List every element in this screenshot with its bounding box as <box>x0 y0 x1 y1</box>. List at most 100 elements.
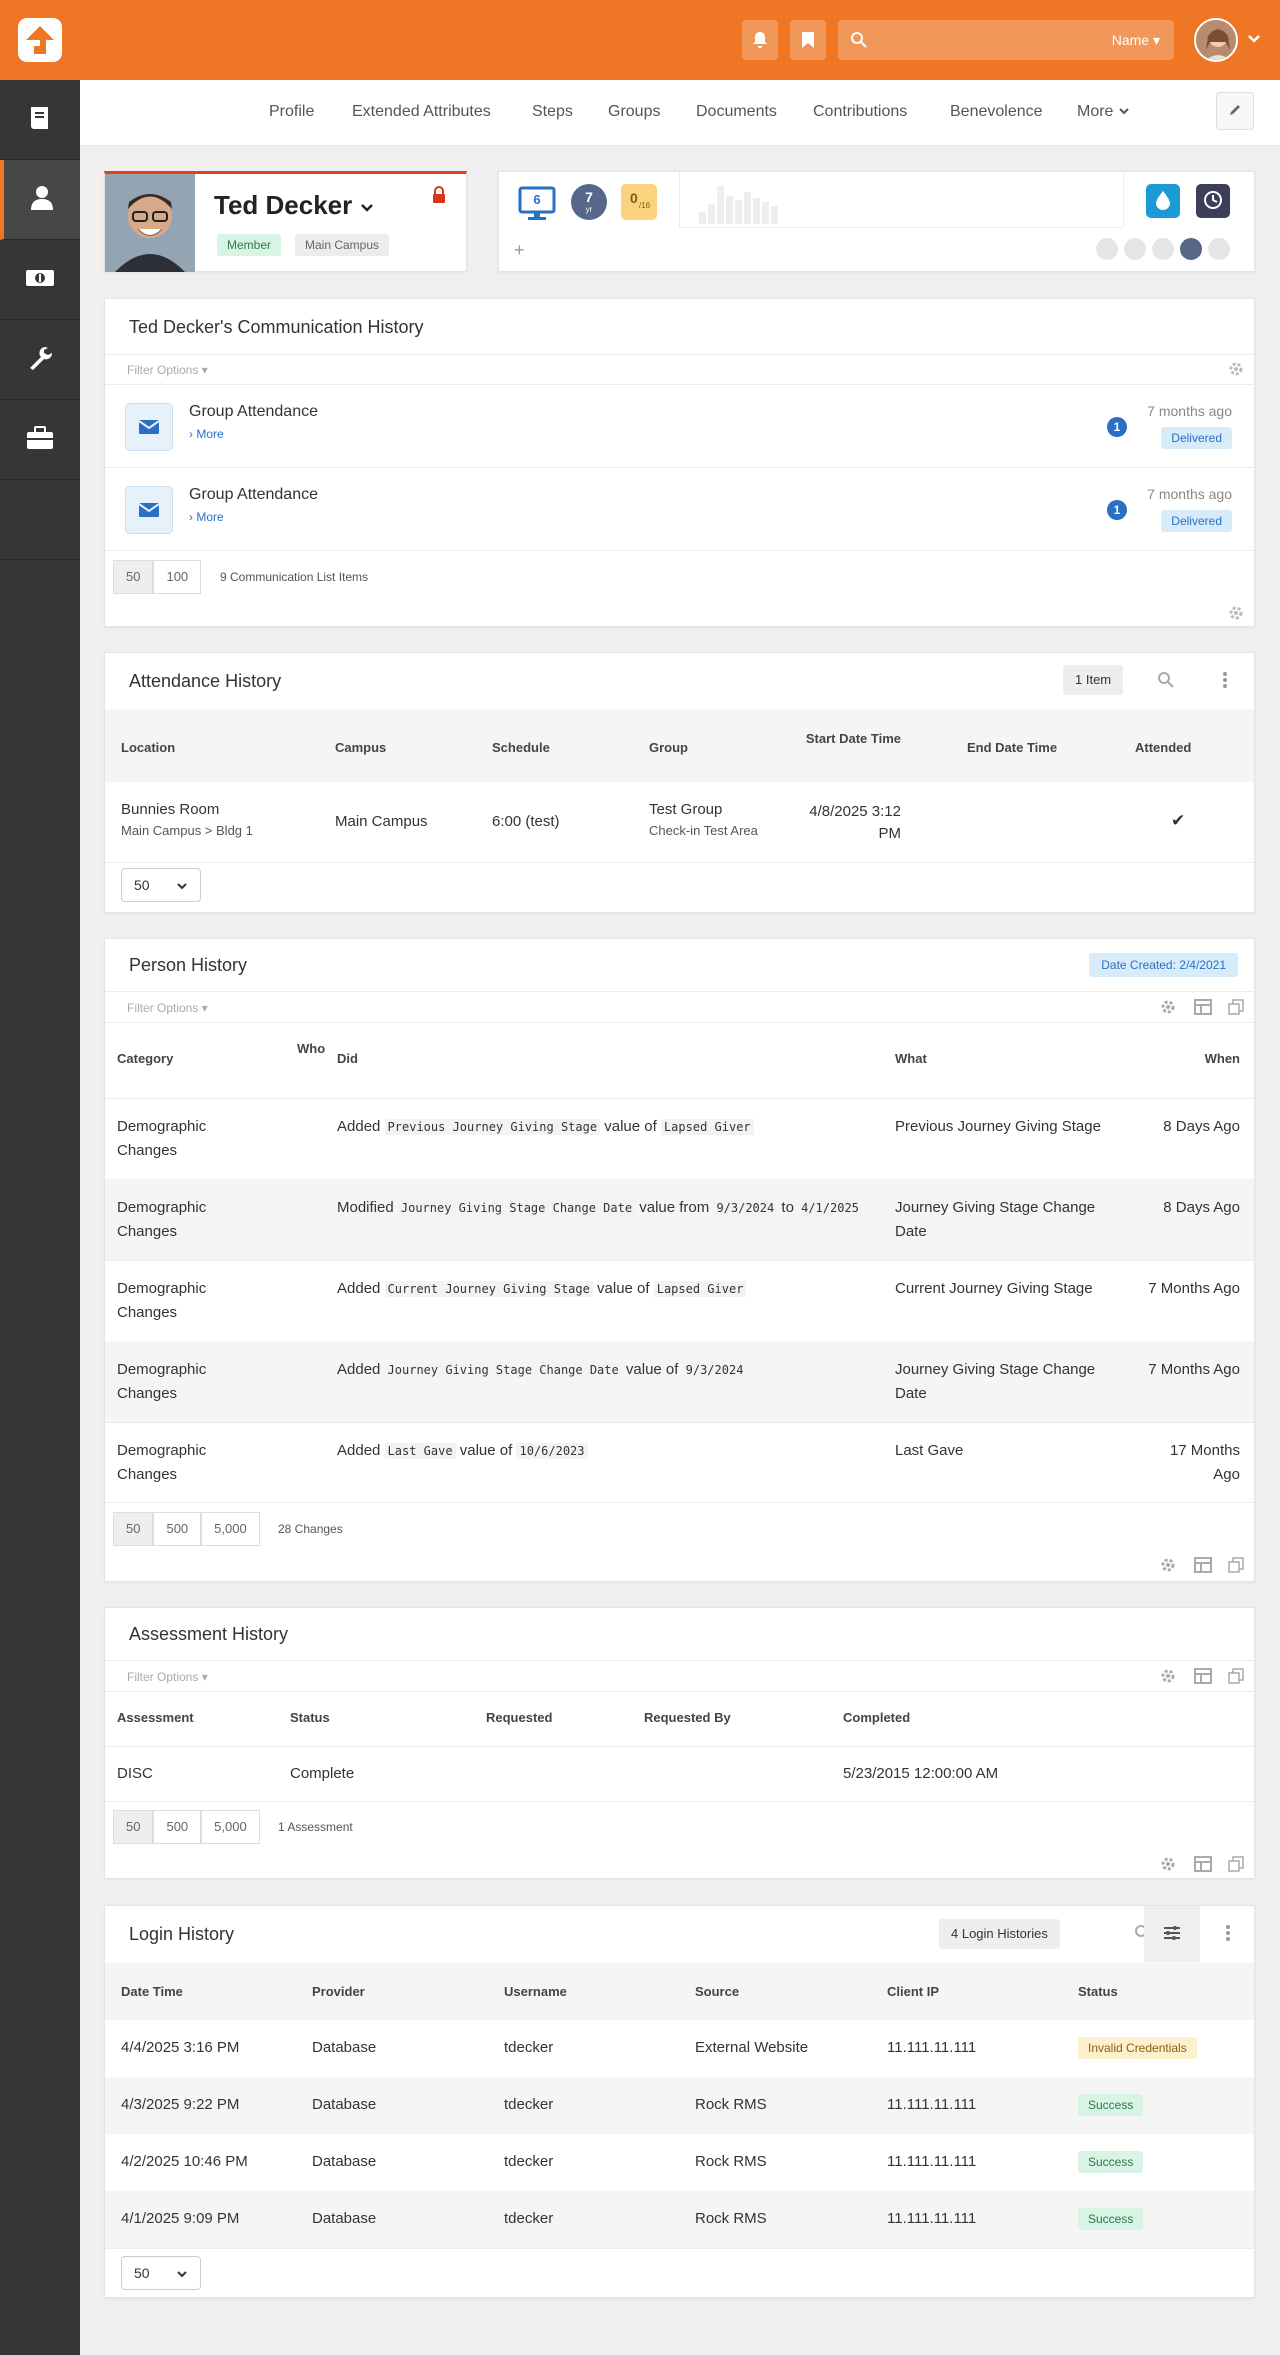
sidebar-item-people[interactable] <box>0 160 80 240</box>
toggle-icon[interactable] <box>1124 238 1146 260</box>
page-size-option[interactable]: 5,000 <box>201 1810 260 1844</box>
column-header[interactable]: Source <box>695 1984 739 1999</box>
tab-extended-attributes[interactable]: Extended Attributes <box>352 103 491 121</box>
column-header[interactable]: Completed <box>843 1710 910 1725</box>
sidebar-item-finance[interactable] <box>0 240 80 320</box>
location-cell: Bunnies Room <box>121 801 220 818</box>
column-header[interactable]: Username <box>504 1984 567 1999</box>
page-size-option[interactable]: 500 <box>153 1810 202 1844</box>
page-size-option[interactable]: 100 <box>153 560 202 594</box>
add-indicator-button[interactable]: + <box>514 240 525 261</box>
gear-icon[interactable] <box>1160 999 1176 1018</box>
did-cell: Added Previous Journey Giving Stage valu… <box>337 1115 877 1139</box>
column-header[interactable]: Attended <box>1135 740 1191 755</box>
toggle-icon[interactable] <box>1152 238 1174 260</box>
page-size-option[interactable]: 50 <box>113 1512 154 1546</box>
baptism-indicator[interactable] <box>1146 184 1180 218</box>
column-header[interactable]: Who <box>297 1041 325 1056</box>
filter-options-toggle[interactable]: Filter Options ▾ <box>127 1001 208 1015</box>
column-header[interactable]: Schedule <box>492 740 550 755</box>
column-header[interactable]: When <box>1205 1051 1240 1066</box>
bookmark-icon[interactable] <box>790 20 826 60</box>
more-button[interactable] <box>1200 1906 1256 1962</box>
column-header[interactable]: Date Time <box>121 1984 183 1999</box>
search-bar[interactable]: Name ▾ <box>838 20 1174 60</box>
did-connector: value of <box>597 1280 650 1297</box>
notifications-bell-icon[interactable] <box>742 20 778 60</box>
did-cell: Modified Journey Giving Stage Change Dat… <box>337 1196 877 1220</box>
sidebar-item-book[interactable] <box>0 80 80 160</box>
tab-steps[interactable]: Steps <box>532 103 573 121</box>
search-scope-dropdown[interactable]: Name ▾ <box>1112 32 1160 49</box>
column-header[interactable]: Assessment <box>117 1710 194 1725</box>
person-name[interactable]: Ted Decker <box>214 190 374 221</box>
tab-profile[interactable]: Profile <box>269 103 314 121</box>
page-size-option[interactable]: 50 <box>113 1810 154 1844</box>
sidebar-item-tools[interactable] <box>0 400 80 480</box>
divider <box>105 862 1254 863</box>
copy-icon[interactable] <box>1228 1668 1244 1687</box>
rock-logo[interactable] <box>18 18 62 62</box>
page-size-option[interactable]: 5,000 <box>201 1512 260 1546</box>
did-value: Lapsed Giver <box>653 1281 747 1297</box>
column-header[interactable]: Location <box>121 740 175 755</box>
attendance-streak-badge[interactable]: 0 /16 <box>621 184 657 220</box>
toggle-icon[interactable] <box>1208 238 1230 260</box>
column-header[interactable]: Did <box>337 1051 358 1066</box>
copy-icon[interactable] <box>1228 999 1244 1018</box>
table-icon[interactable] <box>1194 1856 1212 1875</box>
monitor-badge[interactable]: 6 <box>517 184 557 224</box>
column-header[interactable]: Start Date Time <box>805 729 901 748</box>
date-cell: 4/4/2025 3:16 PM <box>121 2039 240 2056</box>
column-header[interactable]: End Date Time <box>967 740 1057 755</box>
column-header[interactable]: Requested <box>486 1710 552 1725</box>
column-header[interactable]: Status <box>1078 1984 1118 1999</box>
years-badge[interactable]: 7 yr <box>571 184 607 220</box>
more-link[interactable]: › More <box>189 427 224 441</box>
edit-person-button[interactable] <box>1216 92 1254 130</box>
page-size-select[interactable]: 50 <box>121 868 201 902</box>
gear-icon[interactable] <box>1228 605 1244 624</box>
page-size-select[interactable]: 50 <box>121 2256 201 2290</box>
table-icon[interactable] <box>1194 1557 1212 1576</box>
tab-groups[interactable]: Groups <box>608 103 660 121</box>
column-header[interactable]: Group <box>649 740 688 755</box>
gear-icon[interactable] <box>1160 1856 1176 1875</box>
filter-button[interactable] <box>1144 1906 1200 1962</box>
user-avatar[interactable] <box>1194 18 1238 62</box>
toggle-icon[interactable] <box>1096 238 1118 260</box>
column-header[interactable]: What <box>895 1051 927 1066</box>
copy-icon[interactable] <box>1228 1557 1244 1576</box>
history-indicator[interactable] <box>1196 184 1230 218</box>
filter-label: Filter Options <box>127 1670 199 1684</box>
did-value: 9/3/2024 <box>682 1362 747 1378</box>
gear-icon[interactable] <box>1160 1668 1176 1687</box>
copy-icon[interactable] <box>1228 1856 1244 1875</box>
tab-more[interactable]: More <box>1077 103 1130 121</box>
chart-toggle-icon[interactable] <box>1180 238 1202 260</box>
gear-icon[interactable] <box>1228 361 1244 380</box>
tab-documents[interactable]: Documents <box>696 103 777 121</box>
filter-options-toggle[interactable]: Filter Options ▾ <box>127 1670 208 1684</box>
search-icon[interactable] <box>1157 671 1175 692</box>
column-header[interactable]: Category <box>117 1051 173 1066</box>
tab-benevolence[interactable]: Benevolence <box>950 103 1043 121</box>
column-header[interactable]: Client IP <box>887 1984 939 1999</box>
column-header[interactable]: Requested By <box>644 1710 731 1725</box>
page-size-option[interactable]: 500 <box>153 1512 202 1546</box>
tab-contributions[interactable]: Contributions <box>813 103 907 121</box>
gear-icon[interactable] <box>1160 1557 1176 1576</box>
table-icon[interactable] <box>1194 999 1212 1018</box>
kebab-menu-icon[interactable] <box>1223 671 1227 692</box>
column-header[interactable]: Status <box>290 1710 330 1725</box>
column-header[interactable]: Provider <box>312 1984 365 1999</box>
sidebar-item-admin-tools[interactable] <box>0 320 80 400</box>
page-size-option[interactable]: 50 <box>113 560 154 594</box>
chevron-down-icon[interactable] <box>1246 30 1262 49</box>
status-badge: Success <box>1078 2208 1144 2230</box>
column-header[interactable]: Campus <box>335 740 386 755</box>
more-link[interactable]: › More <box>189 510 224 524</box>
table-icon[interactable] <box>1194 1668 1212 1687</box>
assessment-cell[interactable]: DISC <box>117 1765 153 1782</box>
filter-options-toggle[interactable]: Filter Options ▾ <box>127 363 208 377</box>
